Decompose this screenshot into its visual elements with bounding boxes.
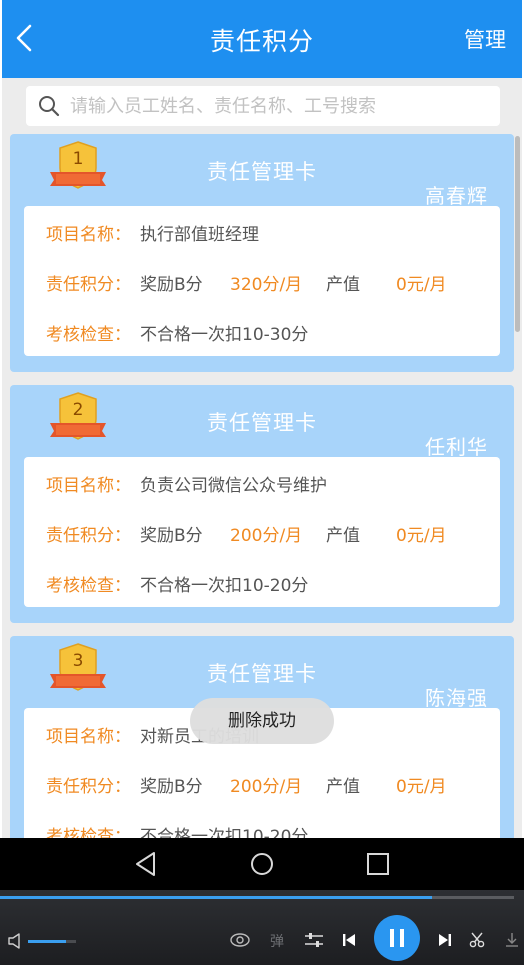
responsibility-card[interactable]: 2 责任管理卡 任利华 项目名称： 负责公司微信公众号维护 责任积分： 奖励B分… xyxy=(10,385,514,623)
manage-button[interactable]: 管理 xyxy=(464,24,506,54)
monthly-points: 200分/月 xyxy=(230,526,303,546)
output-value: 0元/月 xyxy=(396,275,447,295)
search-input[interactable] xyxy=(70,90,490,122)
check-rule: 不合格一次扣10-30分 xyxy=(140,325,309,345)
scissors-icon[interactable] xyxy=(469,932,485,948)
pause-button[interactable] xyxy=(374,915,420,961)
system-nav-bar xyxy=(0,838,524,890)
reward-type: 奖励B分 xyxy=(140,526,203,546)
output-label: 产值 xyxy=(326,275,360,295)
toast-message: 删除成功 xyxy=(190,698,334,744)
next-icon[interactable] xyxy=(438,933,452,947)
reward-type: 奖励B分 xyxy=(140,777,203,797)
card-detail-panel: 项目名称： 负责公司微信公众号维护 责任积分： 奖励B分 200分/月 产值 0… xyxy=(24,457,500,607)
previous-icon[interactable] xyxy=(342,933,356,947)
nav-back-icon[interactable] xyxy=(132,850,160,878)
check-label: 考核检查： xyxy=(46,576,131,596)
score-label: 责任积分： xyxy=(46,777,131,797)
card-detail-panel: 项目名称： 执行部值班经理 责任积分： 奖励B分 320分/月 产值 0元/月 … xyxy=(24,206,500,356)
app-screen: 责任积分 管理 1 责任管理卡 高春辉 xyxy=(0,0,524,838)
playback-progress-fill xyxy=(0,896,432,899)
score-label: 责任积分： xyxy=(46,526,131,546)
reward-type: 奖励B分 xyxy=(140,275,203,295)
project-label: 项目名称： xyxy=(46,476,131,496)
pause-icon xyxy=(390,929,404,947)
output-label: 产值 xyxy=(326,777,360,797)
project-label: 项目名称： xyxy=(46,225,131,245)
monthly-points: 200分/月 xyxy=(230,777,303,797)
eye-icon[interactable] xyxy=(230,932,250,948)
score-label: 责任积分： xyxy=(46,275,131,295)
check-label: 考核检查： xyxy=(46,827,131,838)
volume-icon[interactable] xyxy=(8,933,22,949)
video-player-bar: 弹 xyxy=(0,890,524,965)
responsibility-card[interactable]: 1 责任管理卡 高春辉 项目名称： 执行部值班经理 责任积分： 奖励B分 320… xyxy=(10,134,514,372)
project-label: 项目名称： xyxy=(46,727,131,747)
download-icon[interactable] xyxy=(504,932,520,948)
check-rule: 不合格一次扣10-20分 xyxy=(140,827,309,838)
app-header: 责任积分 管理 xyxy=(2,0,522,78)
output-value: 0元/月 xyxy=(396,777,447,797)
employee-name: 任利华 xyxy=(425,435,488,459)
output-label: 产值 xyxy=(326,526,360,546)
check-rule: 不合格一次扣10-20分 xyxy=(140,576,309,596)
playback-progress[interactable] xyxy=(0,896,514,899)
project-name: 负责公司微信公众号维护 xyxy=(140,476,327,496)
output-value: 0元/月 xyxy=(396,526,447,546)
nav-home-icon[interactable] xyxy=(248,850,276,878)
search-box[interactable] xyxy=(26,86,500,126)
volume-slider-fill xyxy=(28,940,66,943)
check-label: 考核检查： xyxy=(46,325,131,345)
nav-recents-icon[interactable] xyxy=(364,850,392,878)
search-icon xyxy=(39,96,60,117)
settings-sliders-icon[interactable] xyxy=(304,932,324,948)
list-scrollbar[interactable] xyxy=(515,136,520,332)
search-bar-area xyxy=(2,78,522,134)
project-name: 执行部值班经理 xyxy=(140,225,259,245)
employee-name: 高春辉 xyxy=(425,184,488,208)
volume-slider[interactable] xyxy=(28,940,76,943)
page-title: 责任积分 xyxy=(209,27,314,56)
danmu-toggle[interactable]: 弹 xyxy=(270,931,284,951)
monthly-points: 320分/月 xyxy=(230,275,303,295)
employee-name: 陈海强 xyxy=(425,686,488,710)
